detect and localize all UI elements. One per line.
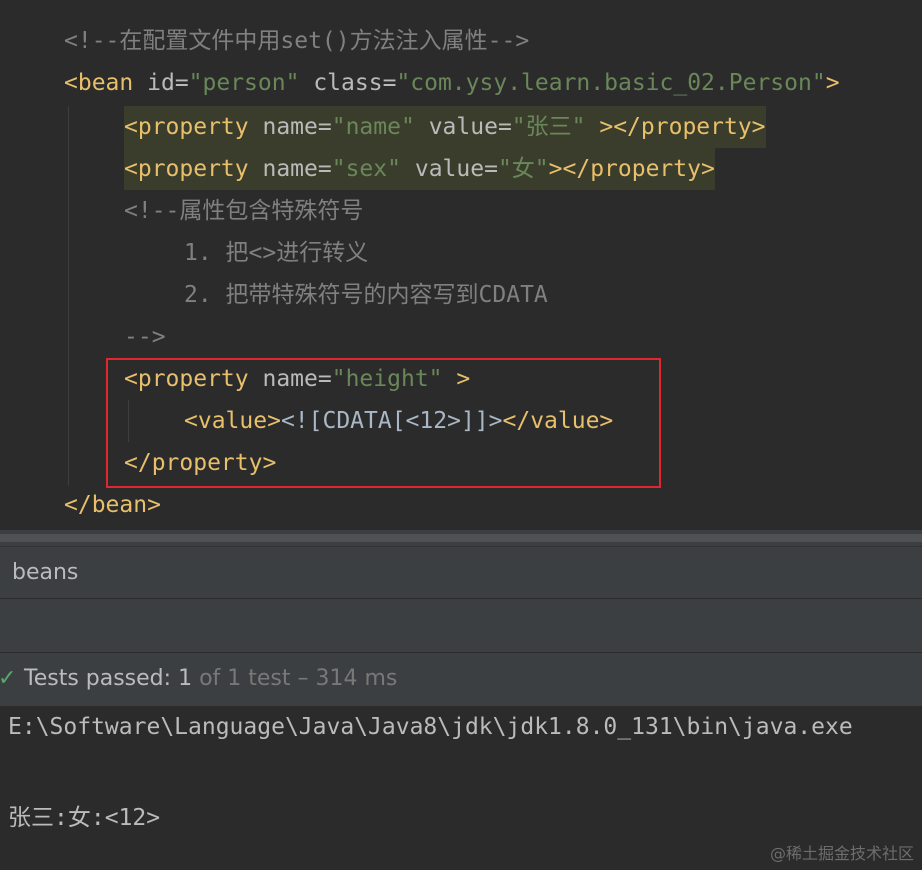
xml-value: "女" [497,156,549,182]
xml-value: "person" [188,70,300,96]
xml-comment: 2. 把带特殊符号的内容写到CDATA [184,282,548,308]
xml-eq: = [484,156,498,182]
run-config-name: beans [12,560,79,585]
xml-tag: <bean [64,70,134,96]
xml-attr: name [262,156,318,182]
xml-comment: 1. 把<>进行转义 [184,240,369,266]
xml-comment: <!--属性包含特殊符号 [124,198,364,224]
xml-comment: --> [124,324,166,350]
scrollbar-thumb[interactable] [0,534,922,542]
xml-attr: class [313,70,383,96]
code-line-7: 2. 把带特殊符号的内容写到CDATA [184,274,548,316]
xml-attr: value [414,156,485,182]
xml-eq: = [174,70,189,96]
code-line-8: --> [124,316,166,358]
indent-guide [68,106,69,486]
code-line-12: </bean> [64,484,161,526]
console-output[interactable]: E:\Software\Language\Java\Java8\jdk\jdk1… [0,706,922,870]
xml-tag-close: ></property> [599,114,766,140]
code-line-1: <!--在配置文件中用set()方法注入属性--> [64,20,529,62]
xml-comment: <!--在配置文件中用set()方法注入属性--> [64,28,530,54]
xml-value: "com.ysy.learn.basic_02.Person" [396,70,826,96]
xml-tag: <property [124,156,249,182]
code-editor[interactable]: <!--在配置文件中用set()方法注入属性--> <bean id="pers… [0,0,922,530]
xml-eq: = [317,156,332,182]
tests-passed-count: 1 [178,666,193,691]
xml-attr: id [147,70,175,96]
xml-tag-close: </bean> [64,492,161,518]
console-output-line: 张三:女:<12> [8,805,161,831]
xml-tag-close: > [825,70,840,96]
watermark-text: @稀土掘金技术社区 [769,844,914,863]
code-line-2: <bean id="person" class="com.ysy.learn.b… [64,62,840,104]
highlight-box [106,358,661,488]
xml-value: "张三" [511,114,586,140]
check-icon: ✓ [0,666,17,691]
code-line-3: <property name="name" value="张三" ></prop… [124,106,766,148]
tests-passed-label: Tests passed: [24,666,172,691]
run-panel-toolbar [0,598,922,652]
code-line-6: 1. 把<>进行转义 [184,232,368,274]
xml-tag-close: ></property> [548,156,715,182]
xml-eq: = [317,114,332,140]
xml-value: "name" [331,114,415,140]
xml-tag: <property [124,114,249,140]
code-line-4: <property name="sex" value="女"></propert… [124,148,715,190]
xml-eq: = [382,70,397,96]
code-line-5: <!--属性包含特殊符号 [124,190,363,232]
console-command-line: E:\Software\Language\Java\Java8\jdk\jdk1… [8,714,853,740]
xml-attr: name [262,114,318,140]
xml-value: "sex" [331,156,401,182]
xml-eq: = [497,114,512,140]
horizontal-scrollbar[interactable] [0,530,922,546]
tests-total: of 1 test – 314 ms [199,666,398,691]
test-status-text: Tests passed: 1 of 1 test – 314 ms [24,653,397,705]
xml-attr: value [428,114,498,140]
test-status-bar: ✓ Tests passed: 1 of 1 test – 314 ms [0,652,922,706]
run-panel-title[interactable]: beans [0,546,922,598]
